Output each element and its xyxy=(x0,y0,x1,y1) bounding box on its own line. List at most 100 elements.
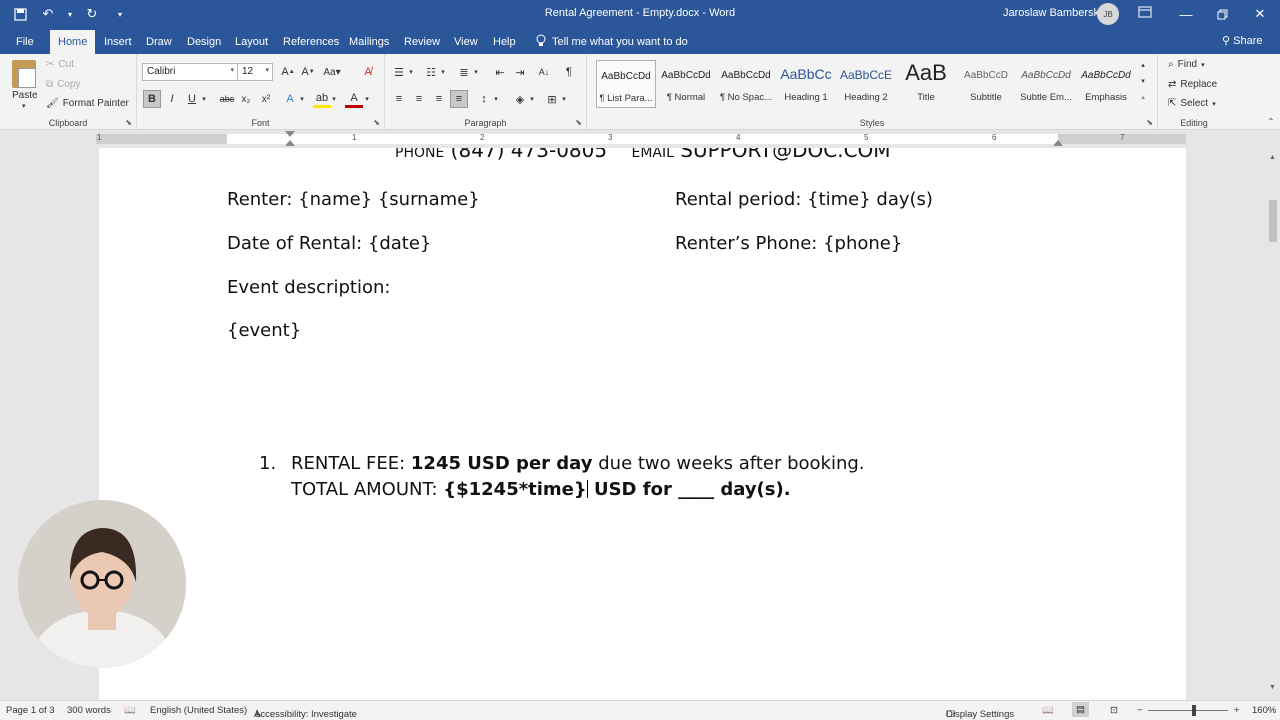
tab-layout[interactable]: Layout xyxy=(227,30,276,54)
style-heading-2[interactable]: AaBbCcE Heading 2 xyxy=(836,60,896,108)
superscript-button[interactable]: x² xyxy=(257,90,275,108)
zoom-out-icon[interactable]: − xyxy=(1137,705,1143,716)
collapse-ribbon-icon[interactable]: ⌃ xyxy=(1262,112,1280,130)
styles-scroll-up-icon[interactable]: ▴ xyxy=(1137,58,1149,72)
horizontal-ruler[interactable]: 1 1 2 3 4 5 6 7 xyxy=(0,130,1280,148)
align-left-icon[interactable]: ≡ xyxy=(390,90,408,108)
bullets-dropdown-icon[interactable]: ▾ xyxy=(406,63,416,81)
tab-insert[interactable]: Insert xyxy=(96,30,140,54)
right-indent-icon[interactable] xyxy=(1053,140,1063,146)
close-icon[interactable]: ✕ xyxy=(1250,4,1270,24)
strikethrough-button[interactable]: abc xyxy=(216,90,238,108)
shading-dropdown-icon[interactable]: ▾ xyxy=(527,90,537,108)
user-name[interactable]: Jaroslaw Bamberski xyxy=(1003,7,1101,19)
style-normal[interactable]: AaBbCcDd ¶ Normal xyxy=(656,60,716,108)
format-painter-button[interactable]: 🖌 Format Painter xyxy=(46,98,129,109)
tab-file[interactable]: File xyxy=(8,30,42,54)
sort-icon[interactable]: A↓ xyxy=(535,63,553,81)
font-launcher-icon[interactable]: ⬊ xyxy=(373,118,380,127)
save-icon[interactable] xyxy=(10,4,30,24)
style-no-spacing[interactable]: AaBbCcDd ¶ No Spac... xyxy=(716,60,776,108)
shrink-font-icon[interactable]: A ▼ xyxy=(299,63,317,81)
scroll-down-icon[interactable]: ▼ xyxy=(1269,684,1276,691)
grow-font-icon[interactable]: A ▲ xyxy=(279,63,297,81)
style-list-paragraph[interactable]: AaBbCcDd ¶ List Para... xyxy=(596,60,656,108)
zoom-slider-thumb[interactable] xyxy=(1192,705,1196,716)
print-layout-icon[interactable]: ▤ xyxy=(1072,702,1089,717)
align-right-icon[interactable]: ≡ xyxy=(430,90,448,108)
indent-marker-icon[interactable] xyxy=(285,131,295,137)
restore-icon[interactable] xyxy=(1212,4,1232,24)
tab-home[interactable]: Home xyxy=(50,30,96,54)
numbering-dropdown-icon[interactable]: ▾ xyxy=(438,63,448,81)
font-color-dropdown-icon[interactable]: ▾ xyxy=(362,90,372,108)
justify-icon[interactable]: ≡ xyxy=(450,90,468,108)
tab-mailings[interactable]: Mailings xyxy=(341,30,397,54)
cut-button[interactable]: ✂ Cut xyxy=(46,59,74,70)
web-layout-icon[interactable]: ⊡ xyxy=(1110,705,1118,716)
tab-review[interactable]: Review xyxy=(396,30,448,54)
font-name-select[interactable]: Calibri ▾ xyxy=(142,63,238,81)
zoom-level[interactable]: 160% xyxy=(1252,705,1276,716)
replace-button[interactable]: ⇄ Replace xyxy=(1168,79,1217,90)
decrease-indent-icon[interactable]: ⇤ xyxy=(491,63,509,81)
highlight-dropdown-icon[interactable]: ▾ xyxy=(329,90,339,108)
scrollbar-thumb[interactable] xyxy=(1269,200,1277,242)
borders-dropdown-icon[interactable]: ▾ xyxy=(559,90,569,108)
style-subtle-emphasis[interactable]: AaBbCcDd Subtle Em... xyxy=(1016,60,1076,108)
redo-icon[interactable]: ↻ xyxy=(82,4,102,24)
read-mode-icon[interactable]: 📖 xyxy=(1042,705,1054,716)
line-spacing-dropdown-icon[interactable]: ▾ xyxy=(491,90,501,108)
style-title[interactable]: AaB Title xyxy=(896,60,956,108)
show-marks-icon[interactable]: ¶ xyxy=(560,63,578,81)
document-page[interactable]: PHONE (847) 473-0805 EMAIL SUPPORT@DOC.C… xyxy=(99,148,1186,700)
page-count[interactable]: Page 1 of 3 xyxy=(6,705,55,716)
styles-scroll-down-icon[interactable]: ▾ xyxy=(1137,74,1149,88)
zoom-in-icon[interactable]: + xyxy=(1234,705,1240,716)
avatar[interactable]: JB xyxy=(1097,3,1119,25)
minimize-icon[interactable]: — xyxy=(1176,4,1196,24)
tell-me-box[interactable]: Tell me what you want to do xyxy=(536,34,688,50)
tab-view[interactable]: View xyxy=(446,30,486,54)
style-heading-1[interactable]: AaBbCc Heading 1 xyxy=(776,60,836,108)
paragraph-launcher-icon[interactable]: ⬊ xyxy=(575,118,582,127)
paste-icon[interactable] xyxy=(12,60,36,88)
align-center-icon[interactable]: ≡ xyxy=(410,90,428,108)
style-emphasis[interactable]: AaBbCcDd Emphasis xyxy=(1076,60,1136,108)
styles-more-icon[interactable]: ⩡ xyxy=(1137,92,1149,106)
font-size-select[interactable]: 12 ▾ xyxy=(237,63,273,81)
ribbon-display-options-icon[interactable] xyxy=(1138,6,1154,20)
multilevel-dropdown-icon[interactable]: ▾ xyxy=(471,63,481,81)
vertical-ruler[interactable] xyxy=(0,148,18,700)
vertical-scrollbar[interactable]: ▲ ▼ xyxy=(1266,148,1280,700)
styles-launcher-icon[interactable]: ⬊ xyxy=(1146,118,1153,127)
language-status[interactable]: English (United States) xyxy=(150,705,247,716)
undo-dropdown-icon[interactable]: ▾ xyxy=(66,4,74,24)
text-effects-dropdown-icon[interactable]: ▾ xyxy=(297,90,307,108)
find-button[interactable]: ⌕ Find ▾ xyxy=(1168,59,1205,70)
paste-dropdown-icon[interactable]: ▾ xyxy=(22,102,26,110)
font-color-icon[interactable]: A xyxy=(345,90,363,108)
proofing-icon[interactable]: 📖 xyxy=(124,705,136,716)
increase-indent-icon[interactable]: ⇥ xyxy=(511,63,529,81)
italic-button[interactable]: I xyxy=(163,90,181,108)
scroll-up-icon[interactable]: ▲ xyxy=(1269,154,1276,161)
clear-formatting-icon[interactable]: A̸ xyxy=(359,63,377,81)
hanging-indent-icon[interactable] xyxy=(285,140,295,146)
style-subtitle[interactable]: AaBbCcD Subtitle xyxy=(956,60,1016,108)
tab-references[interactable]: References xyxy=(275,30,347,54)
select-button[interactable]: ⇱ Select ▾ xyxy=(1168,98,1216,109)
tab-design[interactable]: Design xyxy=(179,30,229,54)
subscript-button[interactable]: x₂ xyxy=(237,90,255,108)
word-count[interactable]: 300 words xyxy=(67,705,111,716)
clipboard-launcher-icon[interactable]: ⬊ xyxy=(125,118,132,127)
copy-button[interactable]: ⧉ Copy xyxy=(46,79,81,90)
change-case-icon[interactable]: Aa▾ xyxy=(323,63,341,81)
tab-help[interactable]: Help xyxy=(485,30,524,54)
underline-dropdown-icon[interactable]: ▾ xyxy=(199,90,209,108)
zoom-slider[interactable] xyxy=(1148,710,1228,711)
tab-draw[interactable]: Draw xyxy=(138,30,180,54)
undo-icon[interactable]: ↶ xyxy=(38,4,58,24)
paste-button[interactable]: Paste xyxy=(12,90,38,101)
customize-qat-icon[interactable]: ▾ xyxy=(110,4,130,24)
